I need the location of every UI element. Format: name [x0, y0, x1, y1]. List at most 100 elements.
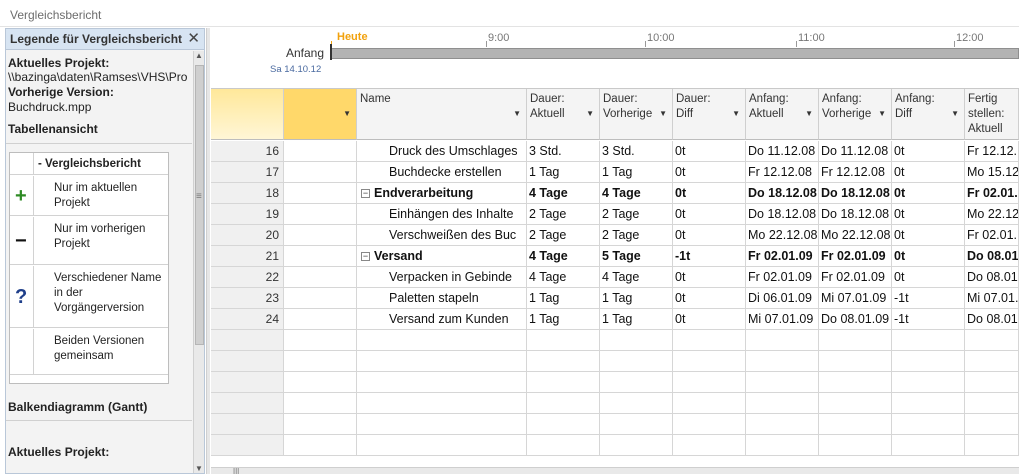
column-header-name[interactable]: Name ▼: [357, 89, 527, 140]
empty-cell[interactable]: [357, 351, 527, 372]
collapse-icon[interactable]: −: [361, 189, 370, 198]
empty-cell[interactable]: [746, 435, 819, 456]
cell-name[interactable]: Einhängen des Inhalte: [357, 204, 527, 225]
empty-cell[interactable]: [673, 414, 746, 435]
indicator-cell[interactable]: [284, 330, 357, 351]
scroll-thumb[interactable]: [195, 65, 204, 345]
cell-dur_prev[interactable]: 4 Tage: [600, 267, 673, 288]
column-header-dur_prev[interactable]: Dauer: Vorherige ▼: [600, 89, 673, 140]
cell-dur_diff[interactable]: 0t: [673, 309, 746, 330]
empty-cell[interactable]: [600, 330, 673, 351]
cell-start_act[interactable]: Fr 12.12.08: [746, 162, 819, 183]
cell-name[interactable]: Druck des Umschlages: [357, 141, 527, 162]
empty-cell[interactable]: [527, 414, 600, 435]
empty-cell[interactable]: [892, 372, 965, 393]
empty-cell[interactable]: [746, 414, 819, 435]
cell-name[interactable]: − Endverarbeitung: [357, 183, 527, 204]
pane-splitter[interactable]: [206, 28, 210, 474]
cell-start_prev[interactable]: Fr 02.01.09: [819, 267, 892, 288]
dropdown-arrow-icon[interactable]: ▼: [586, 109, 594, 118]
indicator-cell[interactable]: [284, 309, 357, 330]
empty-cell[interactable]: [819, 414, 892, 435]
column-header-finish_act[interactable]: Fertig stellen: Aktuell: [965, 89, 1019, 140]
dropdown-arrow-icon[interactable]: ▼: [878, 109, 886, 118]
empty-cell[interactable]: [600, 393, 673, 414]
empty-cell[interactable]: [600, 414, 673, 435]
indicator-cell[interactable]: [284, 141, 357, 162]
empty-cell[interactable]: [819, 435, 892, 456]
empty-cell[interactable]: [892, 330, 965, 351]
cell-name[interactable]: Paletten stapeln: [357, 288, 527, 309]
empty-cell[interactable]: [600, 351, 673, 372]
indicator-cell[interactable]: [284, 393, 357, 414]
dropdown-arrow-icon[interactable]: ▼: [343, 109, 351, 118]
legend-scrollbar[interactable]: ▲ ≡ ▼: [193, 51, 204, 473]
cell-finish_act[interactable]: Mi 07.01.: [965, 288, 1019, 309]
cell-dur_act[interactable]: 4 Tage: [527, 183, 600, 204]
cell-start_prev[interactable]: Do 11.12.08: [819, 141, 892, 162]
cell-dur_prev[interactable]: 2 Tage: [600, 204, 673, 225]
empty-cell[interactable]: [892, 435, 965, 456]
dropdown-arrow-icon[interactable]: ▼: [513, 109, 521, 118]
indicator-cell[interactable]: [284, 246, 357, 267]
empty-cell[interactable]: [527, 351, 600, 372]
row-number[interactable]: [211, 330, 284, 351]
collapse-icon[interactable]: −: [361, 252, 370, 261]
empty-cell[interactable]: [965, 372, 1019, 393]
cell-start_act[interactable]: Fr 02.01.09: [746, 267, 819, 288]
empty-cell[interactable]: [746, 372, 819, 393]
empty-cell[interactable]: [965, 414, 1019, 435]
empty-cell[interactable]: [965, 351, 1019, 372]
empty-cell[interactable]: [673, 351, 746, 372]
cell-start_act[interactable]: Mi 07.01.09: [746, 309, 819, 330]
row-number[interactable]: 19: [211, 204, 284, 225]
indicator-cell[interactable]: [284, 372, 357, 393]
empty-cell[interactable]: [965, 435, 1019, 456]
empty-cell[interactable]: [600, 435, 673, 456]
empty-cell[interactable]: [892, 351, 965, 372]
empty-cell[interactable]: [600, 372, 673, 393]
cell-start_diff[interactable]: 0t: [892, 246, 965, 267]
row-number[interactable]: 24: [211, 309, 284, 330]
cell-start_prev[interactable]: Fr 12.12.08: [819, 162, 892, 183]
empty-cell[interactable]: [965, 393, 1019, 414]
row-number[interactable]: 20: [211, 225, 284, 246]
cell-dur_diff[interactable]: 0t: [673, 225, 746, 246]
cell-dur_diff[interactable]: 0t: [673, 288, 746, 309]
cell-name[interactable]: Verschweißen des Buc: [357, 225, 527, 246]
cell-start_diff[interactable]: -1t: [892, 288, 965, 309]
empty-cell[interactable]: [819, 351, 892, 372]
cell-dur_act[interactable]: 3 Std.: [527, 141, 600, 162]
cell-dur_prev[interactable]: 5 Tage: [600, 246, 673, 267]
timeline[interactable]: Heute 9:00 10:00 11:00 12:00 Anfang Sa 1…: [211, 28, 1019, 86]
cell-start_prev[interactable]: Mi 07.01.09: [819, 288, 892, 309]
empty-cell[interactable]: [673, 372, 746, 393]
cell-dur_diff[interactable]: 0t: [673, 141, 746, 162]
empty-cell[interactable]: [673, 435, 746, 456]
empty-cell[interactable]: [819, 372, 892, 393]
empty-cell[interactable]: [892, 393, 965, 414]
close-icon[interactable]: ✕: [187, 30, 200, 48]
empty-cell[interactable]: [746, 330, 819, 351]
horizontal-scrollbar[interactable]: |||: [211, 467, 1019, 474]
cell-dur_diff[interactable]: 0t: [673, 204, 746, 225]
column-header-start_diff[interactable]: Anfang: Diff ▼: [892, 89, 965, 140]
cell-name[interactable]: Buchdecke erstellen: [357, 162, 527, 183]
cell-name[interactable]: Versand zum Kunden: [357, 309, 527, 330]
indicator-cell[interactable]: [284, 204, 357, 225]
cell-dur_diff[interactable]: -1t: [673, 246, 746, 267]
cell-dur_diff[interactable]: 0t: [673, 267, 746, 288]
cell-dur_act[interactable]: 1 Tag: [527, 288, 600, 309]
indicator-cell[interactable]: [284, 183, 357, 204]
cell-start_prev[interactable]: Mo 22.12.08: [819, 225, 892, 246]
indicator-cell[interactable]: [284, 225, 357, 246]
cell-start_diff[interactable]: -1t: [892, 309, 965, 330]
cell-dur_act[interactable]: 1 Tag: [527, 309, 600, 330]
indicator-cell[interactable]: [284, 162, 357, 183]
cell-dur_prev[interactable]: 1 Tag: [600, 309, 673, 330]
empty-cell[interactable]: [357, 372, 527, 393]
empty-cell[interactable]: [357, 330, 527, 351]
column-header-start_prev[interactable]: Anfang: Vorherige ▼: [819, 89, 892, 140]
cell-start_diff[interactable]: 0t: [892, 183, 965, 204]
cell-name[interactable]: Verpacken in Gebinde: [357, 267, 527, 288]
